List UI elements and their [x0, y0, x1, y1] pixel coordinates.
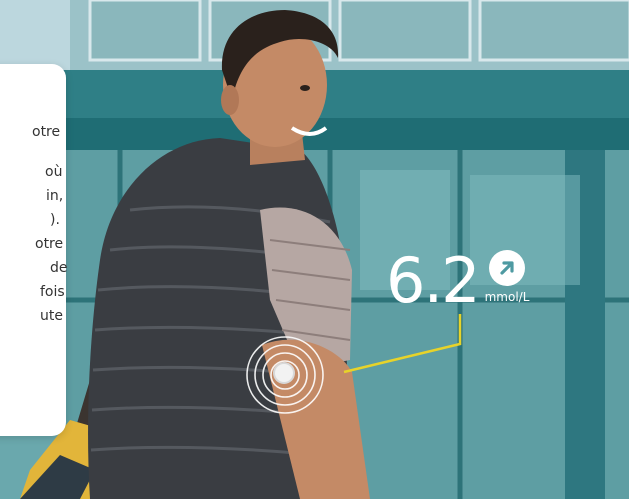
- card-text-line: otre: [35, 236, 64, 252]
- arrow-up-right-icon: [489, 250, 525, 286]
- sensor-device: [275, 364, 293, 382]
- info-card: otre où in, ). otre de fois ute: [0, 64, 68, 436]
- card-text-line: où: [45, 164, 63, 180]
- card-text-line: in,: [46, 188, 64, 204]
- card-text-line: ).: [50, 212, 60, 228]
- card-text-line: ute: [40, 308, 63, 324]
- pointer-line: [343, 314, 462, 374]
- card-text-line: fois: [40, 284, 65, 300]
- glucose-value: 6.2: [386, 244, 481, 317]
- glucose-reading: 6.2 mmol/L: [386, 244, 529, 312]
- glucose-meta: mmol/L: [484, 250, 530, 312]
- card-text-line: otre: [32, 124, 61, 140]
- card-text-line: de: [50, 260, 68, 276]
- glucose-unit: mmol/L: [484, 290, 530, 304]
